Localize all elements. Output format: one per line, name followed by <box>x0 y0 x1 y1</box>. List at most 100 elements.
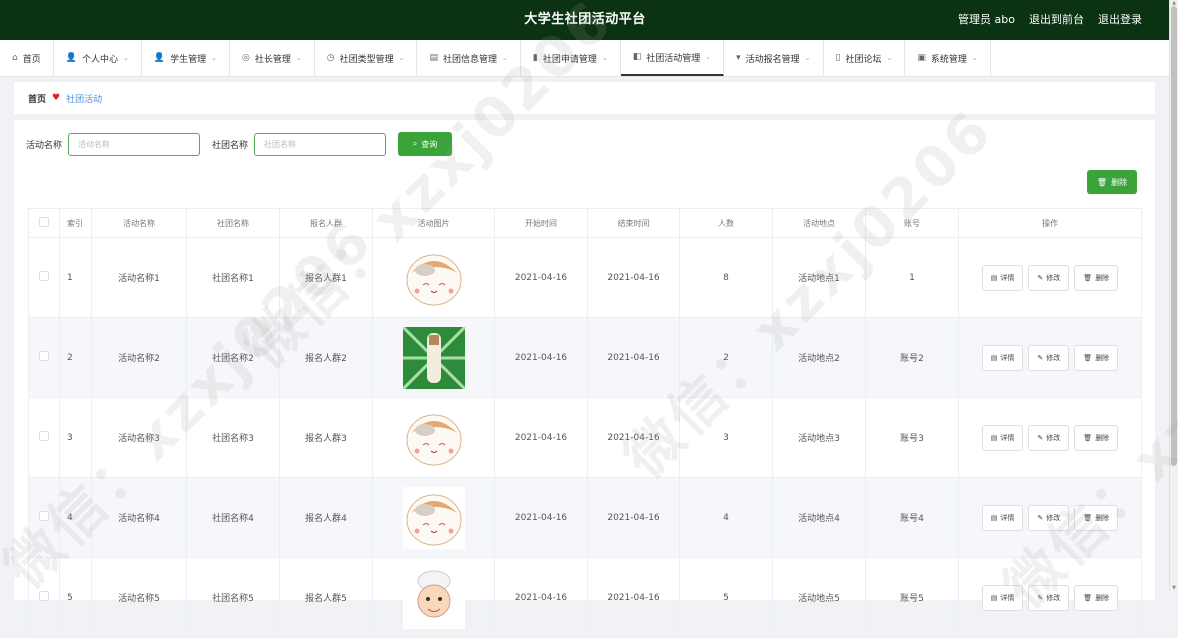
scrollbar-thumb[interactable] <box>1171 6 1177 466</box>
cell-activity-image <box>372 397 495 478</box>
query-button-label: 查询 <box>421 139 438 149</box>
menu-item-label: 系统管理 <box>930 54 967 65</box>
batch-delete-button[interactable]: 🗑 删除 <box>1087 170 1137 194</box>
activity-image <box>402 566 465 629</box>
breadcrumb-current[interactable]: 社团活动 <box>66 92 102 105</box>
cell-start-time: 2021-04-16 <box>494 477 588 558</box>
breadcrumb-home[interactable]: 首页 <box>28 92 46 105</box>
edit-button[interactable]: ✎ 修改 <box>1028 584 1070 611</box>
cell-signup-crowd: 报名人群2 <box>279 317 373 398</box>
column-header: 索引 <box>59 208 92 238</box>
logout-link[interactable]: 退出登录 <box>1098 0 1142 40</box>
delete-button[interactable]: 🗑 删除 <box>1074 264 1119 291</box>
cell-activity-name: 活动名称4 <box>91 477 187 558</box>
table-row[interactable]: 2 活动名称2 社团名称2 报名人群2 2021-04-16 2021-04-16 2 活动地… <box>28 317 1142 398</box>
activity-image <box>402 406 465 469</box>
detail-button-label: 详情 <box>1000 593 1015 602</box>
menu-item-7[interactable]: ◧ 社团活动管理 ⌄ <box>620 40 725 76</box>
column-header: 社团名称 <box>186 208 280 238</box>
chevron-down-icon: ⌄ <box>211 54 217 62</box>
menu-item-2[interactable]: 👤 学生管理 ⌄ <box>142 40 230 76</box>
menu-item-label: 社团论坛 <box>845 54 882 65</box>
row-checkbox[interactable] <box>39 431 49 441</box>
cell-account: 1 <box>865 237 959 318</box>
table-row[interactable]: 5 活动名称5 社团名称5 报名人群5 2021-04-16 2021-04-16 5 活动地… <box>28 557 1142 638</box>
query-button[interactable]: ⌕ 查询 <box>398 132 453 156</box>
edit-button[interactable]: ✎ 修改 <box>1028 424 1070 451</box>
cell-checkbox <box>28 397 60 478</box>
home-icon: ⌂ <box>12 53 18 63</box>
student-icon: 👤 <box>153 53 166 63</box>
detail-button[interactable]: ▤ 详情 <box>981 344 1024 371</box>
column-header <box>28 208 60 238</box>
column-header: 结束时间 <box>587 208 680 238</box>
select-all-checkbox[interactable] <box>39 217 49 227</box>
cell-index: 4 <box>59 477 92 558</box>
delete-button[interactable]: 🗑 删除 <box>1074 424 1119 451</box>
back-to-front-link[interactable]: 退出到前台 <box>1029 0 1084 40</box>
activity-icon: ◧ <box>632 52 642 62</box>
cell-count: 3 <box>679 397 773 478</box>
table-row[interactable]: 3 活动名称3 社团名称3 报名人群3 2021-04-16 2021-04-16 3 活动地… <box>28 397 1142 478</box>
row-checkbox[interactable] <box>39 271 49 281</box>
chevron-down-icon: ⌄ <box>501 54 508 62</box>
scroll-down-arrow-icon[interactable]: ▼ <box>1171 585 1177 591</box>
activity-table: 索引 活动名称 社团名称 报名人群 活动图片 开始时间 结束时间 人数 活动地点 账号 操作 1 活动… <box>28 208 1142 638</box>
cell-activity-image <box>372 477 495 558</box>
apply-icon: ▮ <box>532 53 538 63</box>
cell-start-time: 2021-04-16 <box>494 317 588 398</box>
menu-item-0[interactable]: ⌂ 首页 <box>0 40 54 76</box>
cell-activity-name: 活动名称3 <box>91 397 187 478</box>
menu-item-6[interactable]: ▮ 社团申请管理 ⌄ <box>521 40 621 76</box>
edit-button-label: 修改 <box>1046 433 1061 442</box>
chevron-down-icon: ⌄ <box>804 54 811 62</box>
delete-button-label: 删除 <box>1095 433 1110 442</box>
table-header-row: 索引 活动名称 社团名称 报名人群 活动图片 开始时间 结束时间 人数 活动地点 账号 操作 <box>28 208 1142 238</box>
cell-actions: ▤ 详情 ✎ 修改 🗑 删除 <box>958 477 1142 558</box>
table-row[interactable]: 1 活动名称1 社团名称1 报名人群1 2021-04-16 2021-04-16 8 活动地… <box>28 237 1142 318</box>
menu-item-9[interactable]: ▯ 社团论坛 ⌄ <box>824 40 906 76</box>
chevron-down-icon: ⌄ <box>295 54 302 62</box>
activity-name-input[interactable]: 活动名称 <box>68 132 201 156</box>
cell-count: 4 <box>679 477 773 558</box>
detail-button[interactable]: ▤ 详情 <box>981 264 1024 291</box>
row-checkbox[interactable] <box>39 511 49 521</box>
detail-button[interactable]: ▤ 详情 <box>981 424 1024 451</box>
menu-item-1[interactable]: 👤 个人中心 ⌄ <box>54 40 142 76</box>
delete-button[interactable]: 🗑 删除 <box>1074 344 1119 371</box>
edit-button[interactable]: ✎ 修改 <box>1028 504 1070 531</box>
edit-button[interactable]: ✎ 修改 <box>1028 344 1070 371</box>
menu-item-label: 首页 <box>22 54 41 65</box>
column-header: 开始时间 <box>494 208 588 238</box>
club-name-input[interactable]: 社团名称 <box>254 132 387 156</box>
menu-item-8[interactable]: ▾ 活动报名管理 ⌄ <box>724 40 824 76</box>
menu-item-10[interactable]: ▣ 系统管理 ⌄ <box>905 40 991 76</box>
detail-button[interactable]: ▤ 详情 <box>981 584 1024 611</box>
trash-icon: 🗑 <box>1096 177 1108 187</box>
detail-button-label: 详情 <box>1000 273 1015 282</box>
cell-signup-crowd: 报名人群4 <box>279 477 373 558</box>
menu-item-4[interactable]: ◷ 社团类型管理 ⌄ <box>315 40 418 76</box>
menu-item-3[interactable]: ◎ 社长管理 ⌄ <box>230 40 315 76</box>
table-row[interactable]: 4 活动名称4 社团名称4 报名人群4 2021-04-16 2021-04-16 4 活动地… <box>28 477 1142 558</box>
delete-button-label: 删除 <box>1095 593 1110 602</box>
detail-button[interactable]: ▤ 详情 <box>981 504 1024 531</box>
menu-item-label: 社团活动管理 <box>646 53 701 64</box>
forum-icon: ▯ <box>835 53 841 63</box>
type-icon: ◷ <box>326 53 335 63</box>
cell-start-time: 2021-04-16 <box>494 397 588 478</box>
menu-item-5[interactable]: ▤ 社团信息管理 ⌄ <box>417 40 521 76</box>
page-scrollbar[interactable]: ▲ ▼ <box>1169 0 1178 591</box>
delete-button[interactable]: 🗑 删除 <box>1074 504 1119 531</box>
delete-button-label: 删除 <box>1095 513 1110 522</box>
row-checkbox[interactable] <box>39 351 49 361</box>
top-header: 大学生社团活动平台 管理员 abo 退出到前台 退出登录 <box>0 0 1170 40</box>
delete-button[interactable]: 🗑 删除 <box>1074 584 1119 611</box>
menu-item-label: 个人中心 <box>81 54 118 65</box>
cell-checkbox <box>28 557 60 638</box>
menu-item-label: 社团申请管理 <box>542 54 597 65</box>
edit-button[interactable]: ✎ 修改 <box>1028 264 1070 291</box>
document-icon: ▤ <box>990 433 998 442</box>
chevron-down-icon: ⌄ <box>601 54 608 62</box>
row-checkbox[interactable] <box>39 591 49 601</box>
